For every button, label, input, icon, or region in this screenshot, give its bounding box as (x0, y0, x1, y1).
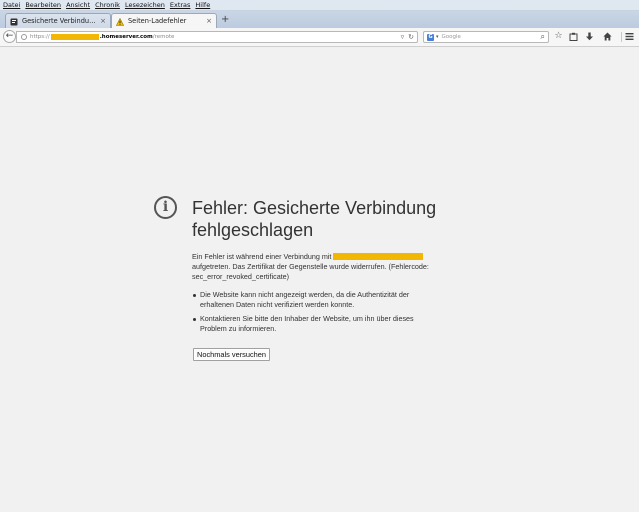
menu-hilfe[interactable]: Hilfe (193, 0, 213, 10)
retry-button[interactable]: Nochmals versuchen (193, 348, 271, 361)
clipboard-icon[interactable] (568, 31, 579, 42)
menu-icon[interactable] (624, 31, 635, 42)
url-domain: .homeserver.com (99, 34, 153, 40)
tab-label: Gesicherte Verbindung fehl... (22, 17, 97, 25)
url-path: /remote (152, 34, 175, 40)
back-icon: ← (5, 31, 14, 41)
tab-secure-connection-failed[interactable]: Gesicherte Verbindung fehl... × (5, 13, 111, 28)
menu-bearbeiten[interactable]: Bearbeiten (23, 0, 64, 10)
download-icon[interactable] (584, 31, 595, 42)
history-dropdown-icon[interactable]: ▿ (401, 32, 405, 42)
tab-page-load-error[interactable]: Seiten-Ladefehler × (111, 13, 217, 28)
info-icon: i (154, 196, 177, 219)
menu-datei[interactable]: Datei (0, 0, 23, 10)
close-tab-icon[interactable]: × (100, 14, 106, 28)
redacted-hostname (333, 253, 424, 260)
error-text-after: aufgetreten. Das Zertifikat der Gegenste… (192, 262, 429, 281)
globe-icon (21, 34, 27, 40)
menu-extras[interactable]: Extras (167, 0, 193, 10)
search-icon[interactable]: ⌕ (541, 32, 545, 42)
tab-label: Seiten-Ladefehler (128, 17, 187, 25)
url-scheme: https:// (30, 34, 50, 40)
list-item: Kontaktieren Sie bitte den Inhaber der W… (192, 314, 442, 334)
back-button[interactable]: ← (3, 30, 16, 43)
error-title: Fehler: Gesicherte Verbindung fehlgeschl… (192, 198, 437, 240)
nav-bar: ← https:// .homeserver.com /remote ▿ ↻ G… (0, 28, 639, 47)
engine-dropdown-icon[interactable]: ▾ (436, 32, 439, 42)
url-bar[interactable]: https:// .homeserver.com /remote ▿ ↻ (16, 31, 418, 43)
menu-chronik[interactable]: Chronik (93, 0, 123, 10)
bookmark-star-icon[interactable]: ☆ (553, 31, 564, 42)
page-favicon-icon (10, 17, 18, 26)
error-text-before: Ein Fehler ist während einer Verbindung … (192, 252, 334, 261)
toolbar-separator (621, 32, 622, 42)
redacted-hostname (50, 34, 99, 40)
reload-icon[interactable]: ↻ (408, 32, 414, 42)
close-tab-icon[interactable]: × (206, 14, 212, 28)
menu-lesezeichen[interactable]: Lesezeichen (122, 0, 167, 10)
warning-icon (115, 17, 125, 26)
search-engine-icon[interactable]: G (427, 33, 434, 41)
home-icon[interactable] (602, 31, 613, 42)
error-description: Ein Fehler ist während einer Verbindung … (192, 252, 442, 282)
error-advice-list: Die Website kann nicht angezeigt werden,… (192, 290, 442, 338)
list-item: Die Website kann nicht angezeigt werden,… (192, 290, 442, 310)
search-placeholder: Google (441, 34, 461, 40)
menu-bar: Datei Bearbeiten Ansicht Chronik Lesezei… (0, 0, 639, 11)
search-bar[interactable]: G ▾ Google ⌕ (423, 31, 549, 43)
tab-bar: Gesicherte Verbindung fehl... × Seiten-L… (0, 11, 639, 28)
menu-ansicht[interactable]: Ansicht (64, 0, 93, 10)
new-tab-button[interactable]: + (221, 13, 229, 27)
